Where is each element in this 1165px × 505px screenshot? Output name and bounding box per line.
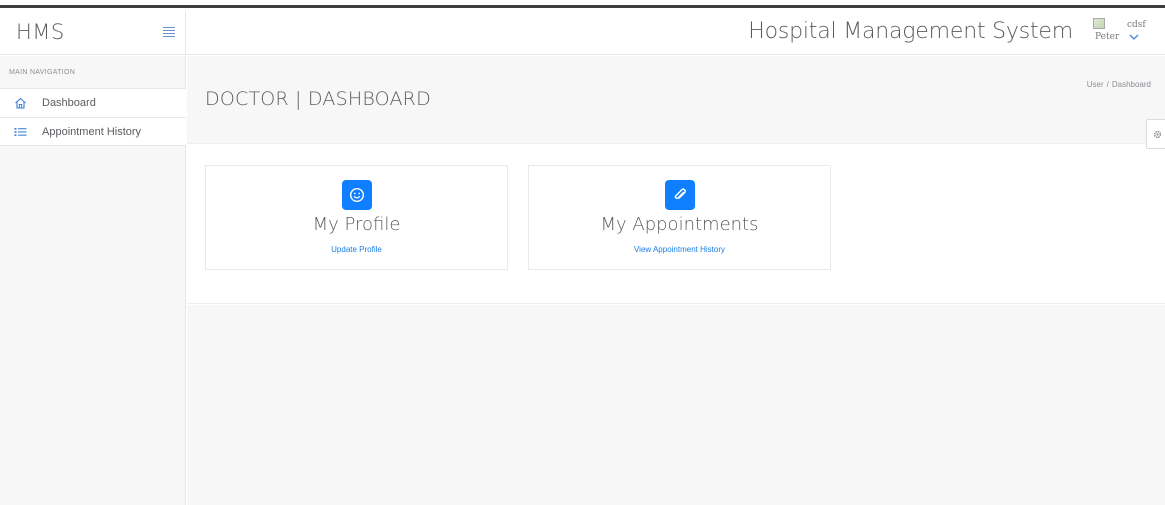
paperclip-icon xyxy=(664,180,695,210)
avatar[interactable]: Peter xyxy=(1091,18,1120,46)
my-appointments-card: My Appointments View Appointment History xyxy=(528,165,831,270)
brand-area: HMS xyxy=(0,11,186,55)
sidebar-item-appointment-history[interactable]: Appointment History xyxy=(0,117,186,146)
page-header: DOCTOR | DASHBOARD User / Dashboard xyxy=(187,56,1165,144)
nav-section-label: MAIN NAVIGATION xyxy=(9,69,76,76)
menu-toggle-icon[interactable] xyxy=(163,27,175,38)
brand-logo-text[interactable]: HMS xyxy=(16,20,65,44)
app-title: Hospital Management System xyxy=(748,19,1073,44)
dashboard-content: My Profile Update Profile My Appointment… xyxy=(187,145,1165,304)
window-top-border xyxy=(0,0,1165,8)
settings-button[interactable] xyxy=(1146,119,1165,149)
page-title: DOCTOR | DASHBOARD xyxy=(205,88,431,110)
top-navbar: HMS Hospital Management System Peter cds… xyxy=(0,11,1165,55)
smile-icon xyxy=(341,180,372,210)
sidebar-item-dashboard[interactable]: Dashboard xyxy=(0,88,186,117)
broken-image-icon xyxy=(1093,18,1105,29)
avatar-alt-text: Peter xyxy=(1095,32,1120,42)
view-appointment-history-link[interactable]: View Appointment History xyxy=(529,245,830,254)
gear-icon xyxy=(1153,130,1162,139)
sidebar-item-label: Dashboard xyxy=(42,97,96,109)
sidebar: MAIN NAVIGATION Dashboard Appointment Hi… xyxy=(0,56,186,505)
list-icon xyxy=(14,128,27,136)
chevron-down-icon[interactable] xyxy=(1129,33,1139,41)
my-profile-card: My Profile Update Profile xyxy=(205,165,508,270)
breadcrumb: User / Dashboard xyxy=(1086,80,1151,89)
page-footer-area xyxy=(187,305,1165,505)
breadcrumb-item-user[interactable]: User xyxy=(1087,80,1104,89)
update-profile-link[interactable]: Update Profile xyxy=(206,245,507,254)
home-icon xyxy=(15,97,26,109)
sidebar-item-label: Appointment History xyxy=(42,126,142,138)
breadcrumb-item-dashboard: Dashboard xyxy=(1111,80,1151,89)
user-name[interactable]: cdsf xyxy=(1127,20,1146,30)
card-title: My Profile xyxy=(312,214,401,235)
card-title: My Appointments xyxy=(600,214,759,235)
